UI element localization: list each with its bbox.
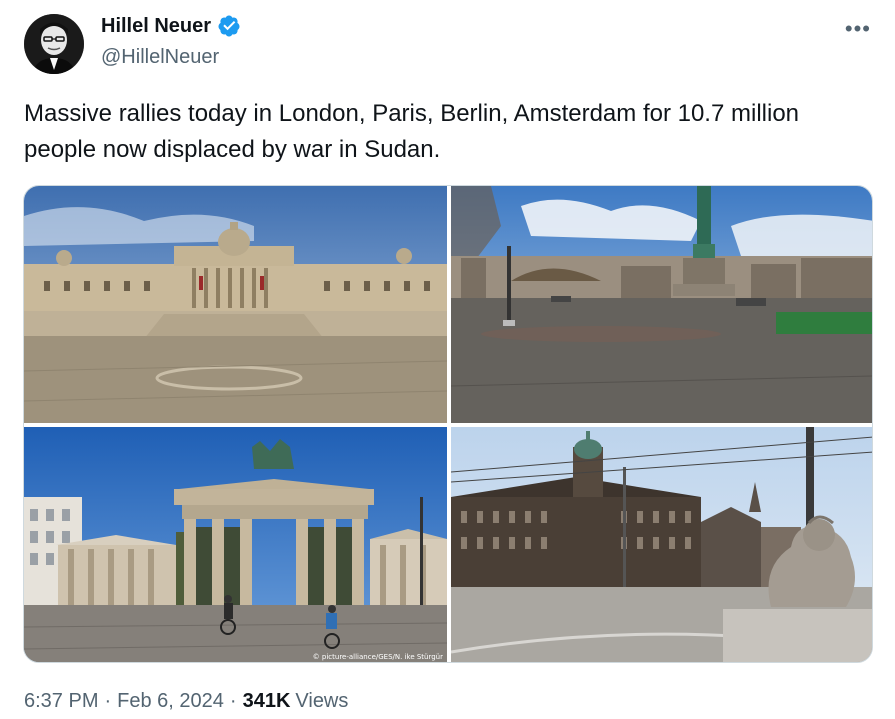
meta-separator: · — [104, 690, 112, 712]
more-options-icon[interactable]: ••• — [845, 16, 871, 42]
photo-credit: © picture-alliance/GES/N. ike Stürgür — [312, 653, 443, 661]
views-count[interactable]: 341K — [243, 690, 291, 713]
author-name[interactable]: Hillel Neuer — [101, 15, 211, 38]
photo-amsterdam[interactable] — [451, 427, 872, 662]
tweet-card: Hillel Neuer @HillelNeuer ••• Massive ra… — [0, 0, 895, 719]
verified-badge-icon — [218, 15, 240, 37]
tweet-date[interactable]: Feb 6, 2024 — [117, 690, 224, 713]
berlin-photo-image — [24, 427, 447, 662]
london-photo-image — [24, 186, 447, 423]
media-grid: © picture-alliance/GES/N. ike Stürgür — [23, 185, 873, 663]
meta-separator: · — [229, 690, 237, 712]
avatar-portrait-icon — [24, 14, 84, 74]
photo-berlin[interactable]: © picture-alliance/GES/N. ike Stürgür — [24, 427, 447, 662]
amsterdam-photo-image — [451, 427, 872, 662]
photo-london[interactable] — [24, 186, 447, 423]
author-name-row[interactable]: Hillel Neuer — [101, 14, 241, 38]
tweet-meta: 6:37 PM · Feb 6, 2024 · 341K Views — [24, 690, 348, 713]
paris-photo-image — [451, 186, 872, 423]
photo-paris[interactable] — [451, 186, 872, 423]
tweet-text: Massive rallies today in London, Paris, … — [24, 100, 800, 163]
tweet-time[interactable]: 6:37 PM — [24, 690, 98, 713]
author-handle[interactable]: @HillelNeuer — [101, 46, 219, 69]
avatar[interactable] — [24, 14, 84, 74]
views-label: Views — [295, 690, 349, 712]
